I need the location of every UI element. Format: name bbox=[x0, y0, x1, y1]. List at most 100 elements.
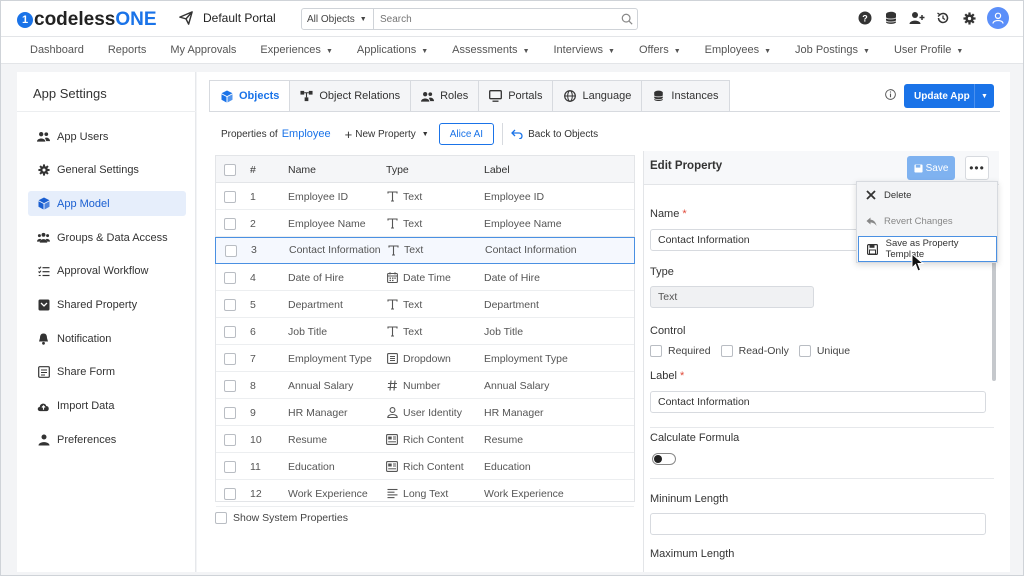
sidebar-item-general-settings[interactable]: General Settings bbox=[28, 158, 186, 183]
row-checkbox[interactable] bbox=[224, 461, 236, 473]
logo[interactable]: 1 codeless ONE bbox=[17, 9, 157, 31]
chevron-down-icon: ▼ bbox=[608, 48, 615, 55]
min-length-field[interactable] bbox=[650, 513, 986, 535]
nav-item-offers[interactable]: Offers ▼ bbox=[639, 44, 681, 56]
nav-item-user-profile[interactable]: User Profile ▼ bbox=[894, 44, 963, 56]
info-icon[interactable] bbox=[885, 89, 896, 103]
col-name[interactable]: Name bbox=[288, 156, 316, 183]
row-checkbox[interactable] bbox=[224, 353, 236, 365]
update-app-dropdown[interactable]: ▼ bbox=[974, 84, 994, 108]
table-row[interactable]: 3 Contact Information Text Contact Informat… bbox=[215, 237, 635, 264]
history-icon[interactable] bbox=[935, 10, 951, 26]
row-checkbox[interactable] bbox=[224, 326, 236, 338]
sidebar-item-approval-workflow[interactable]: Approval Workflow bbox=[28, 259, 186, 284]
nav-item-assessments[interactable]: Assessments ▼ bbox=[452, 44, 529, 56]
chevron-down-icon: ▼ bbox=[863, 48, 870, 55]
tab-portals[interactable]: Portals bbox=[479, 80, 554, 112]
table-row[interactable]: 12 Work Experience Long Text Work Experienc… bbox=[216, 480, 634, 507]
new-property-button[interactable]: + New Property ▼ bbox=[345, 127, 429, 142]
nav-item-job-postings[interactable]: Job Postings ▼ bbox=[795, 44, 870, 56]
nav-item-dashboard[interactable]: Dashboard bbox=[30, 44, 84, 56]
row-checkbox[interactable] bbox=[224, 299, 236, 311]
tab-roles[interactable]: Roles bbox=[411, 80, 480, 112]
sidebar-item-preferences[interactable]: Preferences bbox=[28, 427, 186, 452]
dropdown-icon bbox=[386, 353, 398, 365]
nav-item-experiences[interactable]: Experiences ▼ bbox=[260, 44, 332, 56]
table-row[interactable]: 7 Employment Type Dropdown Employment Type bbox=[216, 345, 634, 372]
panel-scrollbar[interactable] bbox=[992, 261, 996, 381]
table-row[interactable]: 9 HR Manager User Identity HR Manager bbox=[216, 399, 634, 426]
table-row[interactable]: 11 Education Rich Content Education bbox=[216, 453, 634, 480]
nav-item-interviews[interactable]: Interviews ▼ bbox=[554, 44, 615, 56]
sidebar-item-app-model[interactable]: App Model bbox=[28, 191, 186, 217]
row-checkbox[interactable] bbox=[224, 434, 236, 446]
row-name: HR Manager bbox=[288, 406, 348, 419]
database-icon[interactable] bbox=[883, 10, 899, 26]
row-checkbox[interactable] bbox=[225, 245, 237, 257]
gear-icon[interactable] bbox=[961, 10, 977, 26]
nav-item-reports[interactable]: Reports bbox=[108, 44, 147, 56]
search-scope-select[interactable]: All Objects ▼ bbox=[302, 9, 374, 29]
table-row[interactable]: 4 Date of Hire Date Time Date of Hire bbox=[216, 264, 634, 291]
menu-item-delete[interactable]: Delete bbox=[857, 182, 997, 208]
row-label: Education bbox=[484, 460, 531, 473]
row-checkbox[interactable] bbox=[224, 191, 236, 203]
alice-ai-button[interactable]: Alice AI bbox=[438, 123, 495, 145]
tab-language[interactable]: Language bbox=[553, 80, 643, 112]
sidebar-item-shared-property[interactable]: Shared Property bbox=[28, 293, 186, 318]
label-field[interactable]: Contact Information bbox=[650, 391, 986, 413]
row-checkbox[interactable] bbox=[224, 272, 236, 284]
update-app-button[interactable]: Update App ▼ bbox=[904, 84, 994, 108]
add-user-icon[interactable] bbox=[909, 10, 925, 26]
search-input[interactable] bbox=[374, 13, 617, 25]
table-row[interactable]: 8 Annual Salary Number Annual Salary bbox=[216, 372, 634, 399]
back-to-objects-button[interactable]: Back to Objects bbox=[511, 129, 598, 140]
label-field-label: Label * bbox=[650, 370, 684, 382]
table-row[interactable]: 1 Employee ID Text Employee ID bbox=[216, 183, 634, 210]
object-link[interactable]: Employee bbox=[282, 128, 331, 140]
nav-item-my-approvals[interactable]: My Approvals bbox=[170, 44, 236, 56]
sidebar-item-app-users[interactable]: App Users bbox=[28, 124, 186, 149]
chevron-down-icon: ▼ bbox=[421, 48, 429, 55]
show-system-properties[interactable]: Show System Properties bbox=[215, 512, 348, 524]
table-row[interactable]: 10 Resume Rich Content Resume bbox=[216, 426, 634, 453]
sidebar-item-groups-data-access[interactable]: Groups & Data Access bbox=[28, 225, 186, 250]
read-only-checkbox[interactable]: Read-Only bbox=[720, 345, 789, 357]
sidebar-item-import-data[interactable]: Import Data bbox=[28, 394, 186, 419]
nav-item-applications[interactable]: Applications ▼ bbox=[357, 44, 428, 56]
col-label[interactable]: Label bbox=[484, 156, 510, 183]
show-system-checkbox[interactable] bbox=[215, 512, 227, 524]
unique-checkbox[interactable]: Unique bbox=[798, 345, 850, 357]
database-icon bbox=[652, 90, 665, 103]
control-options: Required Read-Only Unique bbox=[650, 345, 850, 357]
update-app-label: Update App bbox=[914, 90, 970, 102]
sidebar-item-share-form[interactable]: Share Form bbox=[28, 360, 186, 385]
table-row[interactable]: 5 Department Text Department bbox=[216, 291, 634, 318]
row-checkbox[interactable] bbox=[224, 407, 236, 419]
table-row[interactable]: 6 Job Title Text Job Title bbox=[216, 318, 634, 345]
row-checkbox[interactable] bbox=[224, 488, 236, 500]
chevron-down-icon: ▼ bbox=[522, 48, 530, 55]
nav-item-employees[interactable]: Employees ▼ bbox=[705, 44, 771, 56]
tab-object-relations[interactable]: Object Relations bbox=[290, 80, 412, 112]
tab-instances[interactable]: Instances bbox=[642, 80, 730, 112]
portal-switcher[interactable]: Default Portal bbox=[179, 11, 276, 25]
select-all-checkbox[interactable] bbox=[224, 164, 236, 176]
more-actions-button[interactable]: ••• bbox=[965, 156, 989, 180]
menu-item-save-as-property-template[interactable]: Save as Property Template bbox=[858, 236, 997, 262]
save-button[interactable]: Save bbox=[907, 156, 955, 180]
search-bar: All Objects ▼ bbox=[301, 8, 638, 30]
formula-toggle[interactable] bbox=[652, 453, 676, 465]
help-icon[interactable]: ? bbox=[857, 10, 873, 26]
required-checkbox[interactable]: Required bbox=[650, 345, 711, 357]
nav-label: Reports bbox=[107, 44, 147, 56]
tab-objects[interactable]: Objects bbox=[209, 80, 291, 112]
row-checkbox[interactable] bbox=[224, 380, 236, 392]
table-row[interactable]: 2 Employee Name Text Employee Name bbox=[216, 210, 634, 237]
sidebar-item-notification[interactable]: Notification bbox=[28, 326, 186, 351]
row-name: Resume bbox=[288, 433, 328, 446]
avatar[interactable] bbox=[987, 7, 1009, 29]
col-type[interactable]: Type bbox=[386, 156, 409, 183]
search-icon[interactable] bbox=[617, 13, 637, 25]
row-checkbox[interactable] bbox=[224, 218, 236, 230]
